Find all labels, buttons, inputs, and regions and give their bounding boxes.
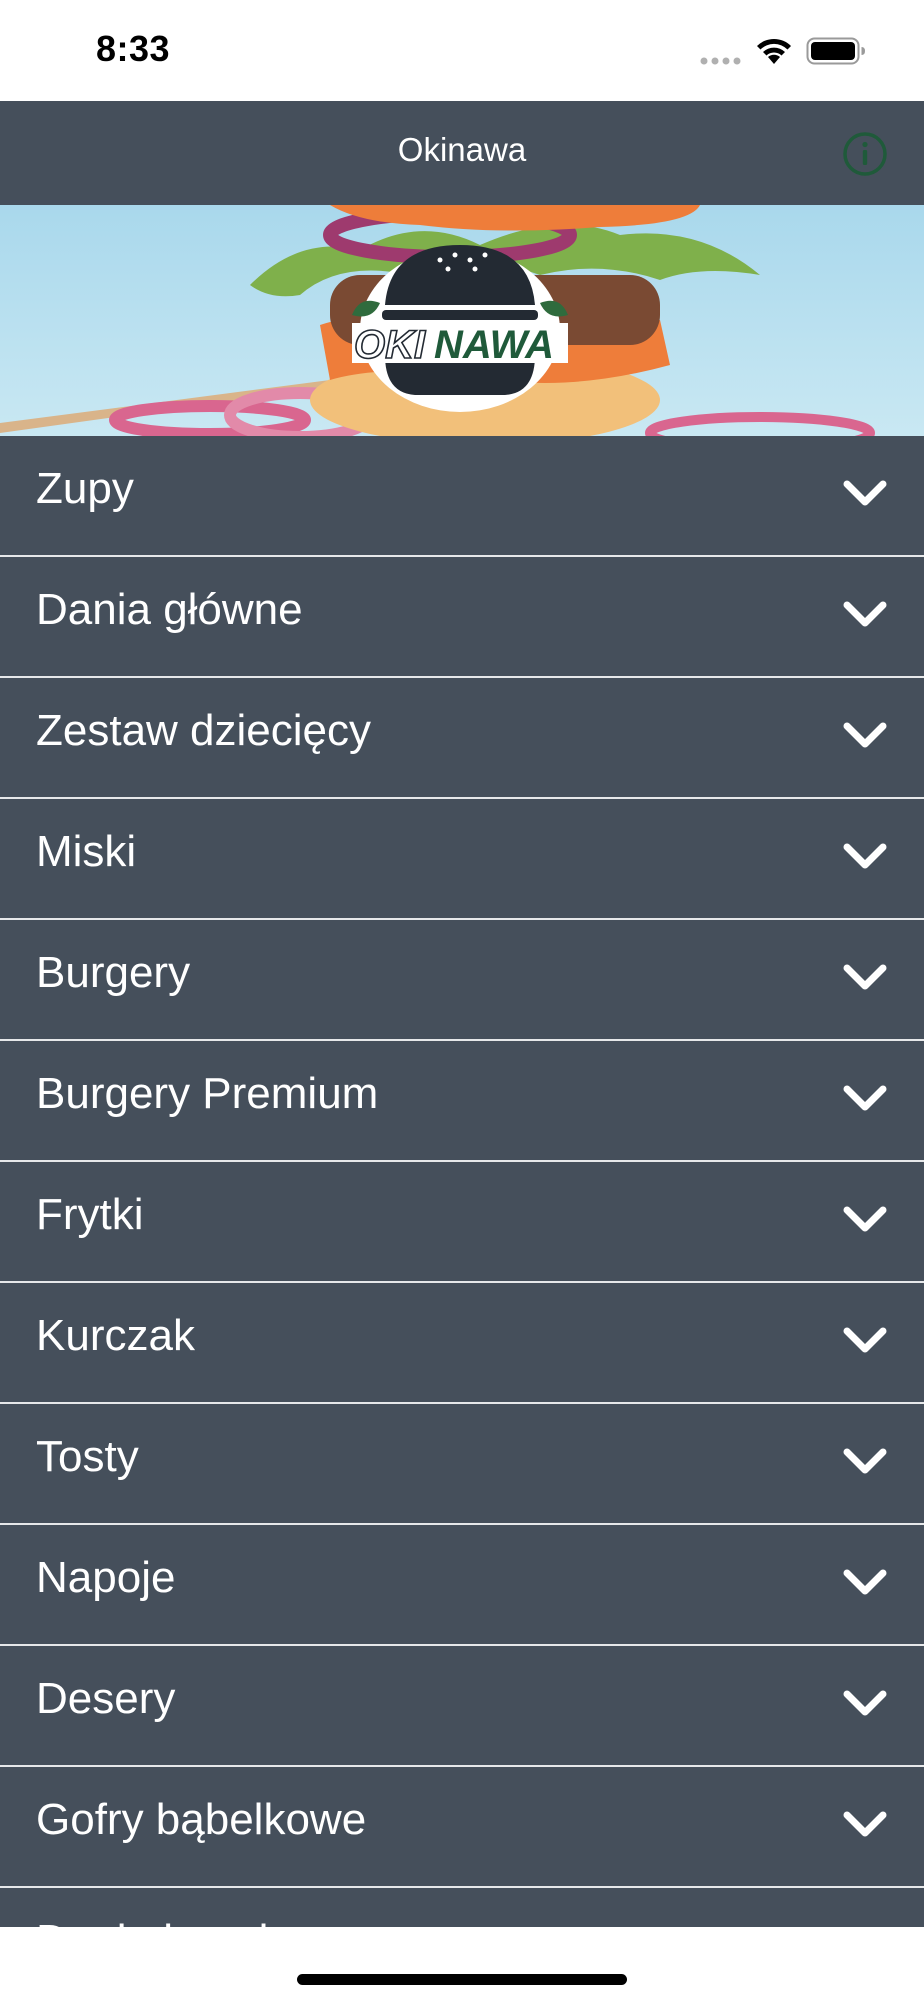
category-row[interactable]: Tosty <box>0 1404 924 1525</box>
category-row[interactable]: Burgery Premium <box>0 1041 924 1162</box>
home-indicator[interactable] <box>297 1974 627 1985</box>
chevron-down-icon[interactable] <box>842 1204 888 1234</box>
chevron-down-icon[interactable] <box>842 1809 888 1839</box>
info-circle-icon[interactable] <box>842 131 888 177</box>
screen: 8:33 Okinawa OKI NAWA Zupy Dania główne … <box>0 0 924 2000</box>
navigation-bar: Okinawa <box>0 101 924 205</box>
chevron-down-icon[interactable] <box>842 1567 888 1597</box>
chevron-down-icon[interactable] <box>842 1083 888 1113</box>
banner-image: OKI NAWA <box>0 205 924 436</box>
category-list: Zupy Dania główne Zestaw dziecięcy Miski Bur… <box>0 436 924 1927</box>
category-label: Dania bezglutenowe <box>36 1916 435 1927</box>
chevron-down-icon[interactable] <box>842 841 888 871</box>
category-label: Zupy <box>36 464 134 513</box>
category-label: Miski <box>36 827 137 876</box>
home-indicator-area <box>0 1927 924 2000</box>
category-label: Burgery <box>36 948 191 997</box>
category-row[interactable]: Dania bezglutenowe <box>0 1888 924 1927</box>
chevron-down-icon[interactable] <box>842 1446 888 1476</box>
category-row[interactable]: Napoje <box>0 1525 924 1646</box>
category-label: Kurczak <box>36 1311 195 1360</box>
category-row[interactable]: Desery <box>0 1646 924 1767</box>
battery-icon <box>806 37 865 65</box>
category-label: Desery <box>36 1674 176 1723</box>
chevron-down-icon[interactable] <box>842 478 888 508</box>
chevron-down-icon[interactable] <box>842 1688 888 1718</box>
category-row[interactable]: Frytki <box>0 1162 924 1283</box>
category-label: Tosty <box>36 1432 139 1481</box>
category-label: Gofry bąbelkowe <box>36 1795 367 1844</box>
nav-title: Okinawa <box>397 131 527 168</box>
logo-text-oki: OKI <box>354 323 426 367</box>
category-row[interactable]: Zestaw dziecięcy <box>0 678 924 799</box>
wifi-icon <box>757 38 791 64</box>
category-label: Zestaw dziecięcy <box>36 706 372 755</box>
chevron-down-icon[interactable] <box>842 962 888 992</box>
category-label: Napoje <box>36 1553 176 1602</box>
category-row[interactable]: Gofry bąbelkowe <box>0 1767 924 1888</box>
category-label: Burgery Premium <box>36 1069 379 1118</box>
chevron-down-icon[interactable] <box>842 1325 888 1355</box>
chevron-down-icon[interactable] <box>842 599 888 629</box>
logo-text-nawa: NAWA <box>434 323 554 367</box>
category-label: Frytki <box>36 1190 144 1239</box>
category-row[interactable]: Dania główne <box>0 557 924 678</box>
category-label: Dania główne <box>36 585 303 634</box>
status-bar: 8:33 <box>0 0 924 101</box>
restaurant-banner: OKI NAWA <box>0 205 924 436</box>
cellular-signal-icon <box>700 57 741 65</box>
category-row[interactable]: Zupy <box>0 436 924 557</box>
chevron-down-icon[interactable] <box>842 720 888 750</box>
category-row[interactable]: Kurczak <box>0 1283 924 1404</box>
category-row[interactable]: Miski <box>0 799 924 920</box>
status-time: 8:33 <box>96 28 171 69</box>
category-row[interactable]: Burgery <box>0 920 924 1041</box>
